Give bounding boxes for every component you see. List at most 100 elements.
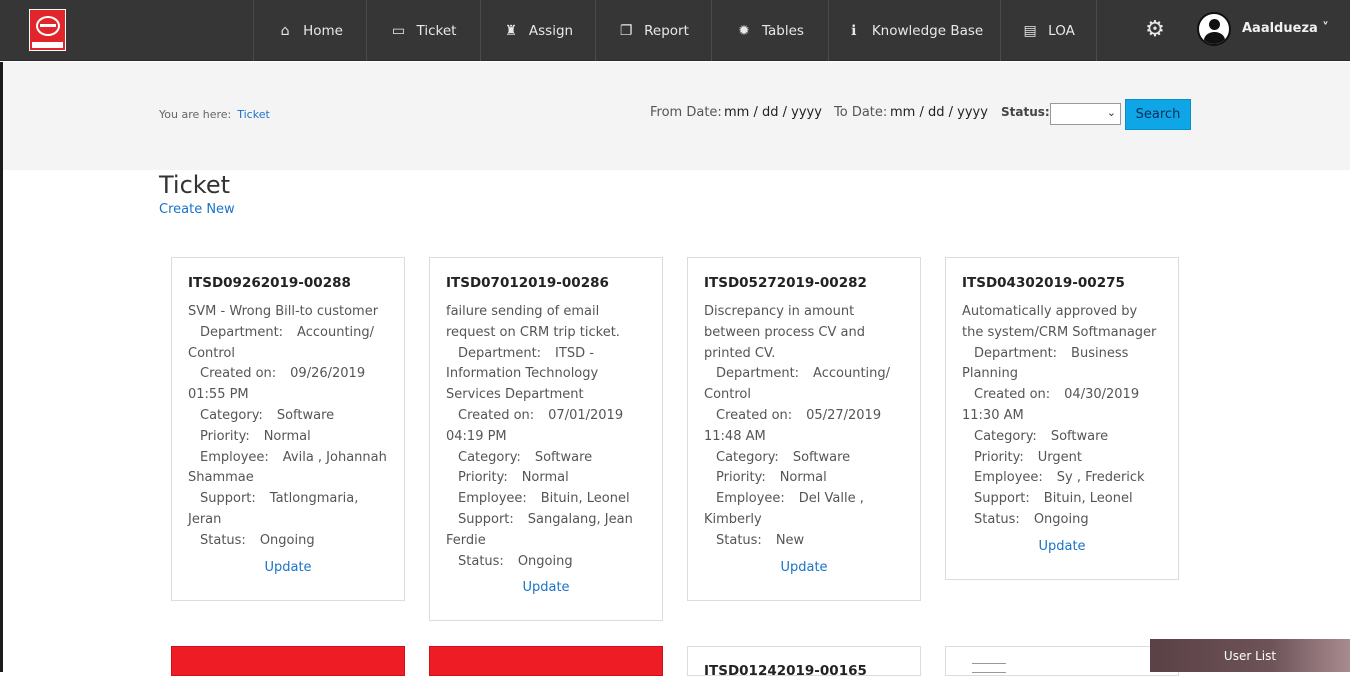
created-on-label: Created on: — [716, 407, 793, 423]
ticket-card: ITSD05272019-00282 Discrepancy in amount… — [687, 257, 921, 601]
ticket-employee: Employee: Bituin, Leonel — [446, 489, 646, 510]
employee-label: Employee: — [974, 470, 1043, 486]
chevron-down-icon: ⌄ — [1106, 106, 1116, 119]
logo-strip — [32, 42, 63, 48]
ticket-category: Category: Software — [704, 448, 904, 469]
ticket-department: Department: ITSD - Information Technology… — [446, 344, 646, 406]
to-date-input[interactable]: mm / dd / yyyy — [890, 105, 988, 120]
support-label: Support: — [200, 491, 256, 507]
company-logo[interactable] — [29, 9, 66, 51]
nav-loa[interactable]: ▤ LOA — [1000, 0, 1097, 61]
assign-icon: ♜ — [504, 22, 518, 39]
home-icon: ⌂ — [280, 22, 290, 39]
nav-assign[interactable]: ♜ Assign — [480, 0, 595, 61]
department-label: Department: — [458, 345, 542, 361]
nav-loa-label: LOA — [1048, 22, 1075, 39]
department-label: Department: — [200, 324, 284, 340]
status-filter-label: Status: — [1001, 105, 1050, 119]
department-label: Department: — [716, 366, 800, 382]
settings-gear-icon[interactable]: ⚙ — [1143, 18, 1167, 42]
breadcrumb: You are here: Ticket — [159, 108, 270, 121]
ticket-icon: ▭ — [391, 22, 406, 39]
update-link[interactable]: Update — [704, 558, 904, 579]
ticket-support: Support: Sangalang, Jean Ferdie — [446, 510, 646, 552]
priority-value: Normal — [521, 470, 569, 486]
ticket-department: Department: Accounting/ Control — [704, 364, 904, 406]
nav-tables[interactable]: ✹ Tables — [711, 0, 828, 61]
ticket-id: ITSD01242019-00165 — [704, 663, 867, 679]
from-date-input[interactable]: mm / dd / yyyy — [724, 105, 822, 120]
report-icon: ❐ — [619, 22, 633, 39]
nav-report[interactable]: ❐ Report — [595, 0, 711, 61]
create-new-link[interactable]: Create New — [159, 202, 235, 217]
avatar[interactable] — [1197, 12, 1231, 46]
ticket-employee: Employee: Avila , Johannah Shammae — [188, 448, 388, 490]
user-menu[interactable]: Aaaldueza ˅ — [1242, 21, 1329, 36]
update-link[interactable]: Update — [188, 558, 388, 579]
search-button[interactable]: Search — [1125, 99, 1191, 130]
ticket-category: Category: Software — [188, 406, 388, 427]
ticket-card: ITSD09262019-00288 SVM - Wrong Bill-to c… — [171, 257, 405, 601]
breadcrumb-prefix: You are here: — [159, 108, 232, 121]
nav-knowledge-base[interactable]: ℹ Knowledge Base — [828, 0, 1000, 61]
main-nav: ⌂ Home ▭ Ticket ♜ Assign ❐ Report ✹ Tabl… — [253, 0, 1097, 61]
avatar-head — [1209, 19, 1220, 30]
category-value: Software — [1050, 428, 1109, 444]
ticket-priority: Priority: Normal — [188, 427, 388, 448]
breadcrumb-current-link[interactable]: Ticket — [237, 108, 270, 121]
ticket-subject: SVM - Wrong Bill-to customer — [188, 304, 379, 319]
ticket-department: Department: Business Planning — [962, 344, 1162, 386]
status-value: Ongoing — [517, 553, 573, 569]
ticket-employee: Employee: Del Valle , Kimberly — [704, 489, 904, 531]
priority-value: Normal — [779, 470, 827, 486]
nav-home[interactable]: ⌂ Home — [253, 0, 366, 61]
ticket-id: ITSD09262019-00288 — [188, 275, 351, 291]
ticket-created-on: Created on: 05/27/2019 11:48 AM — [704, 406, 904, 448]
update-link[interactable]: Update — [446, 578, 646, 599]
status-label: Status: — [458, 553, 504, 569]
employee-value: Bituin, Leonel — [540, 491, 630, 507]
support-value: Bituin, Leonel — [1043, 491, 1133, 507]
category-value: Software — [792, 449, 851, 465]
ticket-id: ITSD07012019-00286 — [446, 275, 609, 291]
user-list-button[interactable]: User List — [1150, 639, 1350, 672]
created-on-label: Created on: — [200, 366, 277, 382]
priority-value: Normal — [263, 428, 311, 444]
ticket-employee: Employee: Sy , Frederick — [962, 468, 1162, 489]
document-icon: ▤ — [1023, 22, 1037, 39]
info-icon: ℹ — [851, 22, 857, 39]
nav-ticket-label: Ticket — [416, 22, 457, 39]
ticket-id: ITSD04302019-00275 — [962, 275, 1125, 291]
ticket-card: ITSD04302019-00275 Automatically approve… — [945, 257, 1179, 580]
top-navbar: ⌂ Home ▭ Ticket ♜ Assign ❐ Report ✹ Tabl… — [0, 0, 1350, 61]
ticket-support: Support: Bituin, Leonel — [962, 489, 1162, 510]
logo-bar — [40, 24, 56, 27]
priority-label: Priority: — [458, 470, 508, 486]
ticket-card: ITSD07012019-00286 failure sending of em… — [429, 257, 663, 621]
employee-label: Employee: — [200, 449, 269, 465]
ticket-created-on: Created on: 04/30/2019 11:30 AM — [962, 385, 1162, 427]
to-date-label: To Date: — [834, 105, 888, 120]
created-on-label: Created on: — [974, 387, 1051, 403]
priority-label: Priority: — [200, 428, 250, 444]
from-date-label: From Date: — [650, 105, 722, 120]
status-select[interactable]: ⌄ — [1050, 103, 1121, 125]
ticket-id: ITSD05272019-00282 — [704, 275, 867, 291]
nav-ticket[interactable]: ▭ Ticket — [366, 0, 480, 61]
gear-small-icon: ✹ — [738, 22, 750, 39]
ticket-support: Support: Tatlongmaria, Jeran — [188, 489, 388, 531]
nav-assign-label: Assign — [528, 22, 574, 39]
nav-knowledge-base-label: Knowledge Base — [871, 22, 984, 39]
status-value: Ongoing — [1033, 511, 1089, 527]
page-title: Ticket — [159, 171, 231, 199]
left-edge — [0, 62, 3, 672]
department-label: Department: — [974, 345, 1058, 361]
priority-label: Priority: — [974, 449, 1024, 465]
priority-value: Urgent — [1037, 449, 1082, 465]
ticket-status: Status: New — [704, 531, 904, 552]
category-label: Category: — [200, 407, 263, 423]
update-link[interactable]: Update — [962, 537, 1162, 558]
ticket-status: Status: Ongoing — [446, 552, 646, 573]
status-label: Status: — [974, 511, 1020, 527]
support-label: Support: — [974, 491, 1030, 507]
